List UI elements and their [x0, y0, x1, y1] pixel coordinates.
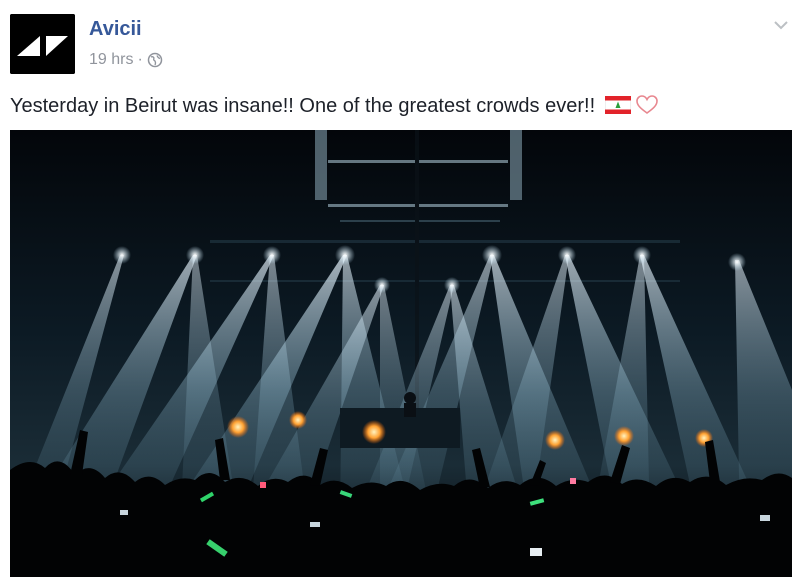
avicii-logo	[10, 14, 75, 74]
post-photo[interactable]	[10, 130, 792, 577]
avatar[interactable]	[10, 14, 75, 74]
chevron-down-icon[interactable]	[772, 18, 790, 32]
post-meta: 19 hrs ·	[89, 50, 163, 70]
author-name[interactable]: Avicii	[89, 18, 142, 40]
meta-separator: ·	[137, 51, 143, 68]
post-timestamp[interactable]: 19 hrs	[89, 50, 133, 70]
concert-photo	[10, 130, 792, 577]
globe-icon[interactable]	[147, 52, 163, 68]
facebook-post: Avicii 19 hrs · Yesterday in Beirut was …	[0, 0, 800, 585]
heart-emoji	[636, 95, 659, 115]
post-message-text: Yesterday in Beirut was insane!! One of …	[10, 95, 596, 117]
lebanon-flag-emoji	[604, 95, 632, 115]
post-message: Yesterday in Beirut was insane!! One of …	[10, 94, 659, 118]
